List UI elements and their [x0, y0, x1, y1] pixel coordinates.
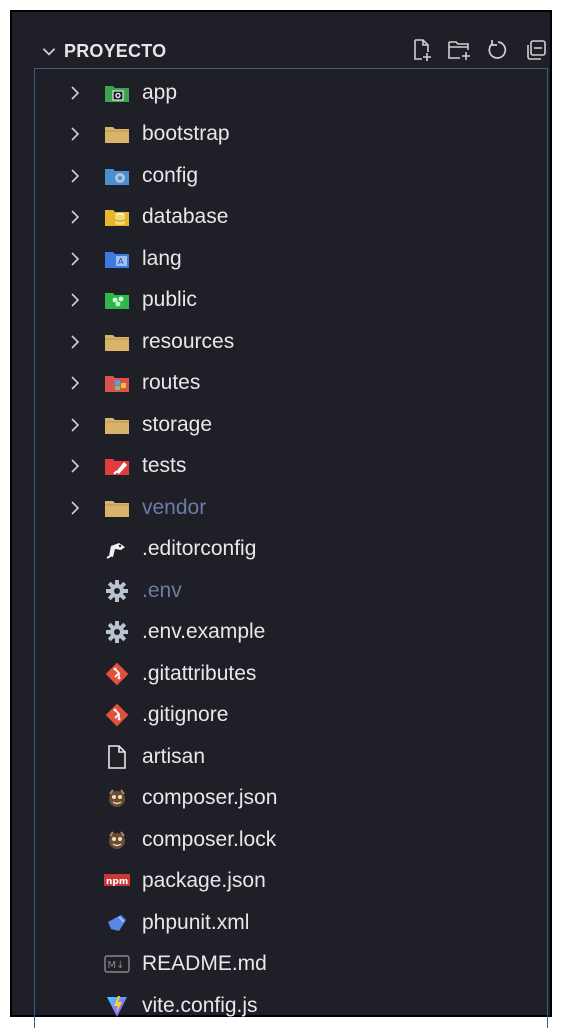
file-item[interactable]: .gitattributes [12, 653, 552, 695]
chevron-right-icon[interactable] [68, 124, 82, 144]
chevron-down-icon[interactable] [40, 42, 58, 60]
folder-item[interactable]: storage [12, 404, 552, 446]
file-item[interactable]: .env [12, 570, 552, 612]
composer-icon [104, 787, 130, 809]
gear-icon [104, 621, 130, 644]
item-label: public [142, 288, 197, 312]
folder-item[interactable]: vendor [12, 487, 552, 529]
file-item[interactable]: .editorconfig [12, 529, 552, 571]
new-folder-button[interactable] [446, 36, 474, 64]
file-item[interactable]: vite.config.js [12, 985, 552, 1027]
composer-icon [104, 829, 130, 851]
database-folder-icon [104, 206, 130, 228]
item-label: storage [142, 412, 213, 436]
item-label: .env.example [142, 620, 266, 644]
explorer-window: PROYECTO app bootstrap config database A… [10, 10, 552, 1028]
git-icon [104, 703, 130, 727]
config-folder-icon [104, 165, 130, 187]
file-tree: app bootstrap config database Alang public res… [12, 72, 552, 1027]
chevron-right-icon[interactable] [68, 83, 82, 103]
item-label: bootstrap [142, 122, 230, 146]
item-label: vendor [142, 495, 207, 519]
item-label: .gitattributes [142, 661, 257, 685]
file-item[interactable]: artisan [12, 736, 552, 778]
tests-folder-icon [104, 455, 130, 477]
chevron-right-icon[interactable] [68, 249, 82, 269]
refresh-button[interactable] [484, 36, 512, 64]
folder-item[interactable]: config [12, 155, 552, 197]
app-folder-icon [104, 82, 130, 104]
chevron-right-icon[interactable] [68, 166, 82, 186]
item-label: database [142, 205, 229, 229]
vite-icon [104, 995, 130, 1017]
chevron-right-icon[interactable] [68, 290, 82, 310]
gear-icon [104, 579, 130, 602]
file-icon [104, 744, 130, 769]
item-label: artisan [142, 744, 206, 768]
file-item[interactable]: phpunit.xml [12, 902, 552, 944]
refresh-icon [488, 40, 507, 59]
folder-icon [104, 414, 130, 436]
item-label: .gitignore [142, 703, 229, 727]
item-label: composer.lock [142, 827, 277, 851]
chevron-right-icon[interactable] [68, 498, 82, 518]
folder-icon [104, 497, 130, 519]
item-label: package.json [142, 869, 266, 893]
file-item[interactable]: .gitignore [12, 695, 552, 737]
folder-item[interactable]: tests [12, 446, 552, 488]
folder-item[interactable]: resources [12, 321, 552, 363]
folder-item[interactable]: Alang [12, 238, 552, 280]
folder-item[interactable]: app [12, 72, 552, 114]
chevron-right-icon[interactable] [68, 415, 82, 435]
editorconfig-icon [104, 538, 130, 560]
item-label: .editorconfig [142, 537, 257, 561]
item-label: README.md [142, 952, 267, 976]
item-label: config [142, 163, 199, 187]
folder-item[interactable]: public [12, 280, 552, 322]
file-item[interactable]: M↓ README.md [12, 944, 552, 986]
item-label: composer.json [142, 786, 278, 810]
lang-folder-icon: A [104, 248, 130, 270]
phpunit-icon [104, 912, 130, 934]
folder-icon [104, 123, 130, 145]
markdown-icon: M↓ [104, 953, 130, 975]
chevron-right-icon[interactable] [68, 207, 82, 227]
chevron-right-icon[interactable] [68, 456, 82, 476]
item-label: tests [142, 454, 187, 478]
item-label: app [142, 80, 178, 104]
file-item[interactable]: composer.json [12, 778, 552, 820]
svg-text:npm: npm [106, 877, 128, 887]
svg-text:A: A [118, 257, 124, 266]
npm-icon: npm [104, 870, 130, 892]
file-item[interactable]: npm package.json [12, 861, 552, 903]
explorer-title: PROYECTO [64, 40, 167, 61]
file-item[interactable]: composer.lock [12, 819, 552, 861]
git-icon [104, 662, 130, 686]
folder-item[interactable]: routes [12, 363, 552, 405]
collapse-all-icon [527, 40, 546, 60]
public-folder-icon [104, 289, 130, 311]
collapse-all-button[interactable] [522, 36, 550, 64]
folder-item[interactable]: bootstrap [12, 114, 552, 156]
item-label: routes [142, 371, 201, 395]
file-item[interactable]: .env.example [12, 612, 552, 654]
item-label: resources [142, 329, 235, 353]
folder-icon [104, 331, 130, 353]
chevron-right-icon[interactable] [68, 332, 82, 352]
new-folder-icon [448, 41, 470, 60]
routes-folder-icon [104, 372, 130, 394]
item-label: vite.config.js [142, 993, 258, 1017]
new-file-button[interactable] [408, 36, 436, 64]
item-label: .env [142, 578, 182, 602]
explorer-header[interactable]: PROYECTO [40, 34, 560, 68]
explorer-actions [408, 36, 550, 64]
svg-text:M↓: M↓ [108, 960, 125, 971]
item-label: lang [142, 246, 182, 270]
folder-item[interactable]: database [12, 197, 552, 239]
item-label: phpunit.xml [142, 910, 250, 934]
new-file-icon [414, 39, 431, 61]
chevron-right-icon[interactable] [68, 373, 82, 393]
